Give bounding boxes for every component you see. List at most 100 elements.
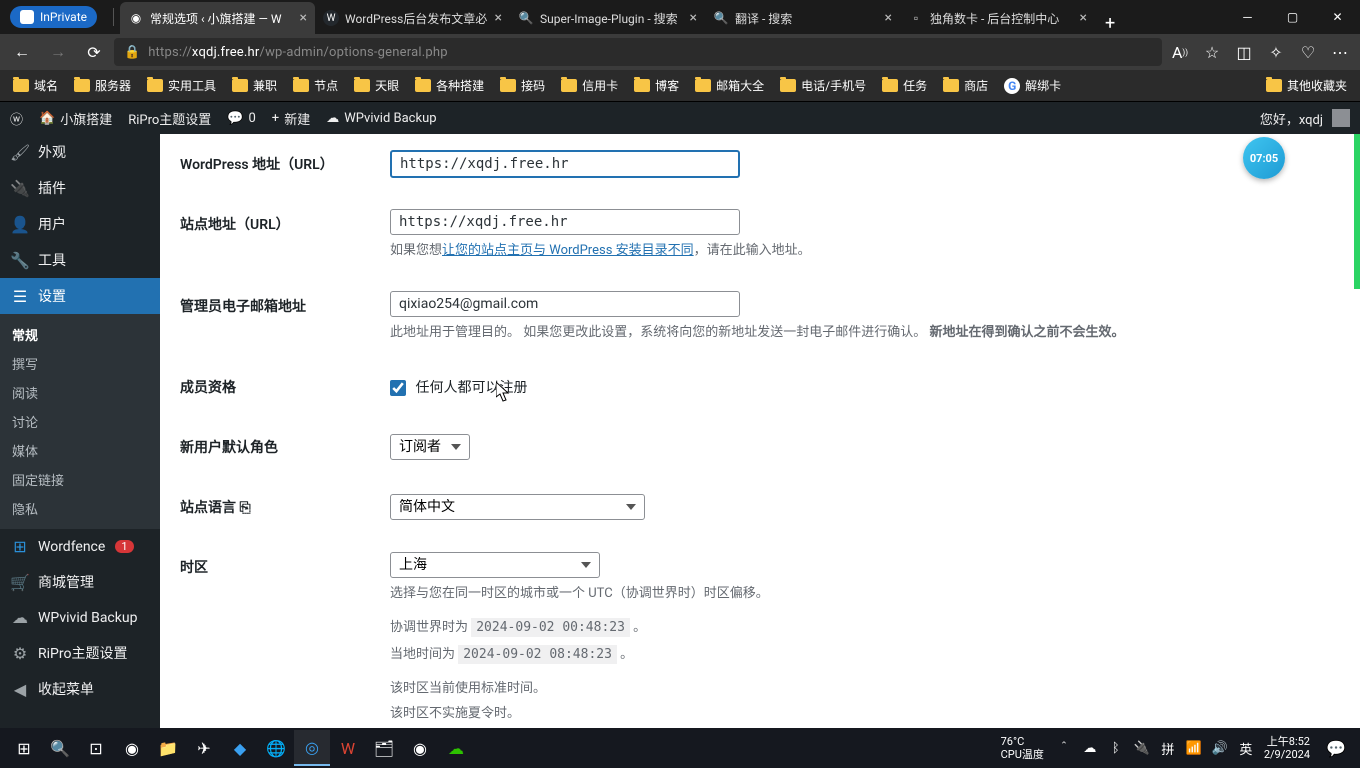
wp-logo[interactable]: ⓦ <box>10 109 23 128</box>
close-button[interactable]: ✕ <box>1315 2 1360 32</box>
sidebar-item-settings[interactable]: ☰设置 <box>0 278 160 314</box>
bookmark-folder[interactable]: 服务器 <box>67 73 138 98</box>
notifications-button[interactable]: 💬 <box>1318 730 1354 766</box>
site-url-input[interactable] <box>390 209 740 235</box>
my-account[interactable]: 您好，xqdj <box>1260 109 1350 128</box>
admin-email-input[interactable] <box>390 291 740 317</box>
favorite-icon[interactable]: ☆ <box>1198 38 1226 66</box>
tab-active[interactable]: ◉ 常规选项 ‹ 小旗搭建 — W × <box>120 2 315 34</box>
tray-chevron-icon[interactable]: ＾ <box>1054 739 1074 758</box>
wechat-icon[interactable]: ☁ <box>438 730 474 766</box>
power-icon[interactable]: 🔌 <box>1132 741 1152 756</box>
new-tab-button[interactable]: + <box>1095 13 1125 34</box>
tab-close-icon[interactable]: × <box>885 10 892 26</box>
site-name[interactable]: 🏠 小旗搭建 <box>39 109 112 128</box>
sidebar-item-wordfence[interactable]: ⊞Wordfence1 <box>0 529 160 564</box>
search-button[interactable]: 🔍 <box>42 730 78 766</box>
collapse-menu[interactable]: ◀收起菜单 <box>0 671 160 707</box>
tab-close-icon[interactable]: × <box>1080 10 1087 26</box>
maximize-button[interactable]: ▢ <box>1270 2 1315 32</box>
back-button[interactable]: ← <box>6 36 38 68</box>
split-icon[interactable]: ◫ <box>1230 38 1258 66</box>
wpvivid-link[interactable]: ☁ WPvivid Backup <box>326 111 436 126</box>
submenu-privacy[interactable]: 隐私 <box>0 494 160 523</box>
bookmark-folder[interactable]: 博客 <box>627 73 686 98</box>
bookmark-folder[interactable]: 接码 <box>493 73 552 98</box>
bookmark-folder[interactable]: 兼职 <box>225 73 284 98</box>
ime-lang[interactable]: 英 <box>1236 739 1256 758</box>
new-content[interactable]: + 新建 <box>272 109 310 128</box>
volume-icon[interactable]: 🔊 <box>1210 741 1230 756</box>
submenu-reading[interactable]: 阅读 <box>0 378 160 407</box>
other-bookmarks[interactable]: 其他收藏夹 <box>1259 73 1354 98</box>
app-icon[interactable]: W <box>330 730 366 766</box>
collections-icon[interactable]: ✧ <box>1262 38 1290 66</box>
submenu-permalinks[interactable]: 固定链接 <box>0 465 160 494</box>
bookmark-folder[interactable]: 商店 <box>936 73 995 98</box>
bookmark-folder[interactable]: 各种搭建 <box>408 73 491 98</box>
ime-icon[interactable]: 拼 <box>1158 739 1178 758</box>
app-icon[interactable]: ◉ <box>114 730 150 766</box>
app-icon[interactable]: ◆ <box>222 730 258 766</box>
sidebar-item-plugins[interactable]: 🔌插件 <box>0 170 160 206</box>
minimize-button[interactable]: ─ <box>1225 2 1270 32</box>
site-info-icon[interactable]: 🔒 <box>124 45 140 60</box>
sidebar-item-wpvivid[interactable]: ☁WPvivid Backup <box>0 600 160 635</box>
onedrive-icon[interactable]: ☁ <box>1080 741 1100 756</box>
sidebar-item-tools[interactable]: 🔧工具 <box>0 242 160 278</box>
wp-url-input[interactable] <box>390 150 740 178</box>
tab-close-icon[interactable]: × <box>495 10 502 26</box>
tab[interactable]: 🔍 翻译 - 搜索 × <box>705 2 900 34</box>
tab[interactable]: 🔍 Super-Image-Plugin - 搜索 × <box>510 2 705 34</box>
sidebar-item-ripro[interactable]: ⚙RiPro主题设置 <box>0 635 160 671</box>
tab-close-icon[interactable]: × <box>300 10 307 26</box>
bluetooth-icon[interactable]: ᛒ <box>1106 741 1126 756</box>
explorer-icon[interactable]: 🗂 <box>366 730 402 766</box>
membership-checkbox[interactable] <box>390 380 406 396</box>
menu-icon[interactable]: ⋯ <box>1326 38 1354 66</box>
sidebar-item-users[interactable]: 👤用户 <box>0 206 160 242</box>
app-icon[interactable]: 🌐 <box>258 730 294 766</box>
taskbar-clock[interactable]: 上午8:52 2/9/2024 <box>1256 735 1318 761</box>
wp-codex-link[interactable]: 让您的站点主页与 WordPress 安装目录不同 <box>442 243 694 258</box>
submenu-writing[interactable]: 撰写 <box>0 349 160 378</box>
bookmark-folder[interactable]: 域名 <box>6 73 65 98</box>
tz-select[interactable]: 上海 <box>390 552 600 578</box>
app-icon[interactable]: ✈ <box>186 730 222 766</box>
sidebar-item-shop[interactable]: 🛒商城管理 <box>0 564 160 600</box>
bookmark-folder[interactable]: 电话/手机号 <box>773 73 873 98</box>
tab[interactable]: W WordPress后台发布文章必 × <box>315 2 510 34</box>
site-lang-select[interactable]: 简体中文 <box>390 494 645 520</box>
forward-button[interactable]: → <box>42 36 74 68</box>
tab-close-icon[interactable]: × <box>690 10 697 26</box>
comments-link[interactable]: 💬 0 <box>227 111 256 126</box>
bookmark-folder[interactable]: 信用卡 <box>554 73 625 98</box>
wifi-icon[interactable]: 📶 <box>1184 741 1204 756</box>
performance-icon[interactable]: ♡ <box>1294 38 1322 66</box>
submenu-media[interactable]: 媒体 <box>0 436 160 465</box>
tab-title: WordPress后台发布文章必 <box>345 10 489 27</box>
ripro-settings-link[interactable]: RiPro主题设置 <box>128 109 211 128</box>
bookmark-item[interactable]: G解绑卡 <box>997 73 1068 98</box>
tab[interactable]: ▫ 独角数卡 - 后台控制中心 × <box>900 2 1095 34</box>
task-view-button[interactable]: ⊡ <box>78 730 114 766</box>
bookmark-folder[interactable]: 邮箱大全 <box>688 73 771 98</box>
submenu-discussion[interactable]: 讨论 <box>0 407 160 436</box>
default-role-select[interactable]: 订阅者 <box>390 434 470 460</box>
chrome-icon[interactable]: ◉ <box>402 730 438 766</box>
bookmark-folder[interactable]: 天眼 <box>347 73 406 98</box>
submenu-general[interactable]: 常规 <box>0 320 160 349</box>
read-aloud-icon[interactable]: A)) <box>1166 38 1194 66</box>
app-icon[interactable]: 📁 <box>150 730 186 766</box>
url-field[interactable]: 🔒 https://xqdj.free.hr/wp-admin/options-… <box>114 38 1162 66</box>
sidebar-item-appearance[interactable]: 🖌外观 <box>0 134 160 170</box>
bookmark-folder[interactable]: 节点 <box>286 73 345 98</box>
bookmark-folder[interactable]: 实用工具 <box>140 73 223 98</box>
edge-icon[interactable]: ◎ <box>294 730 330 766</box>
membership-checkbox-label[interactable]: 任何人都可以注册 <box>390 380 527 396</box>
cpu-temp-widget[interactable]: 76°C CPU温度 <box>991 735 1054 761</box>
start-button[interactable]: ⊞ <box>6 730 42 766</box>
bookmark-folder[interactable]: 任务 <box>875 73 934 98</box>
scrollbar-accent[interactable] <box>1354 134 1360 289</box>
refresh-button[interactable]: ⟳ <box>78 36 110 68</box>
